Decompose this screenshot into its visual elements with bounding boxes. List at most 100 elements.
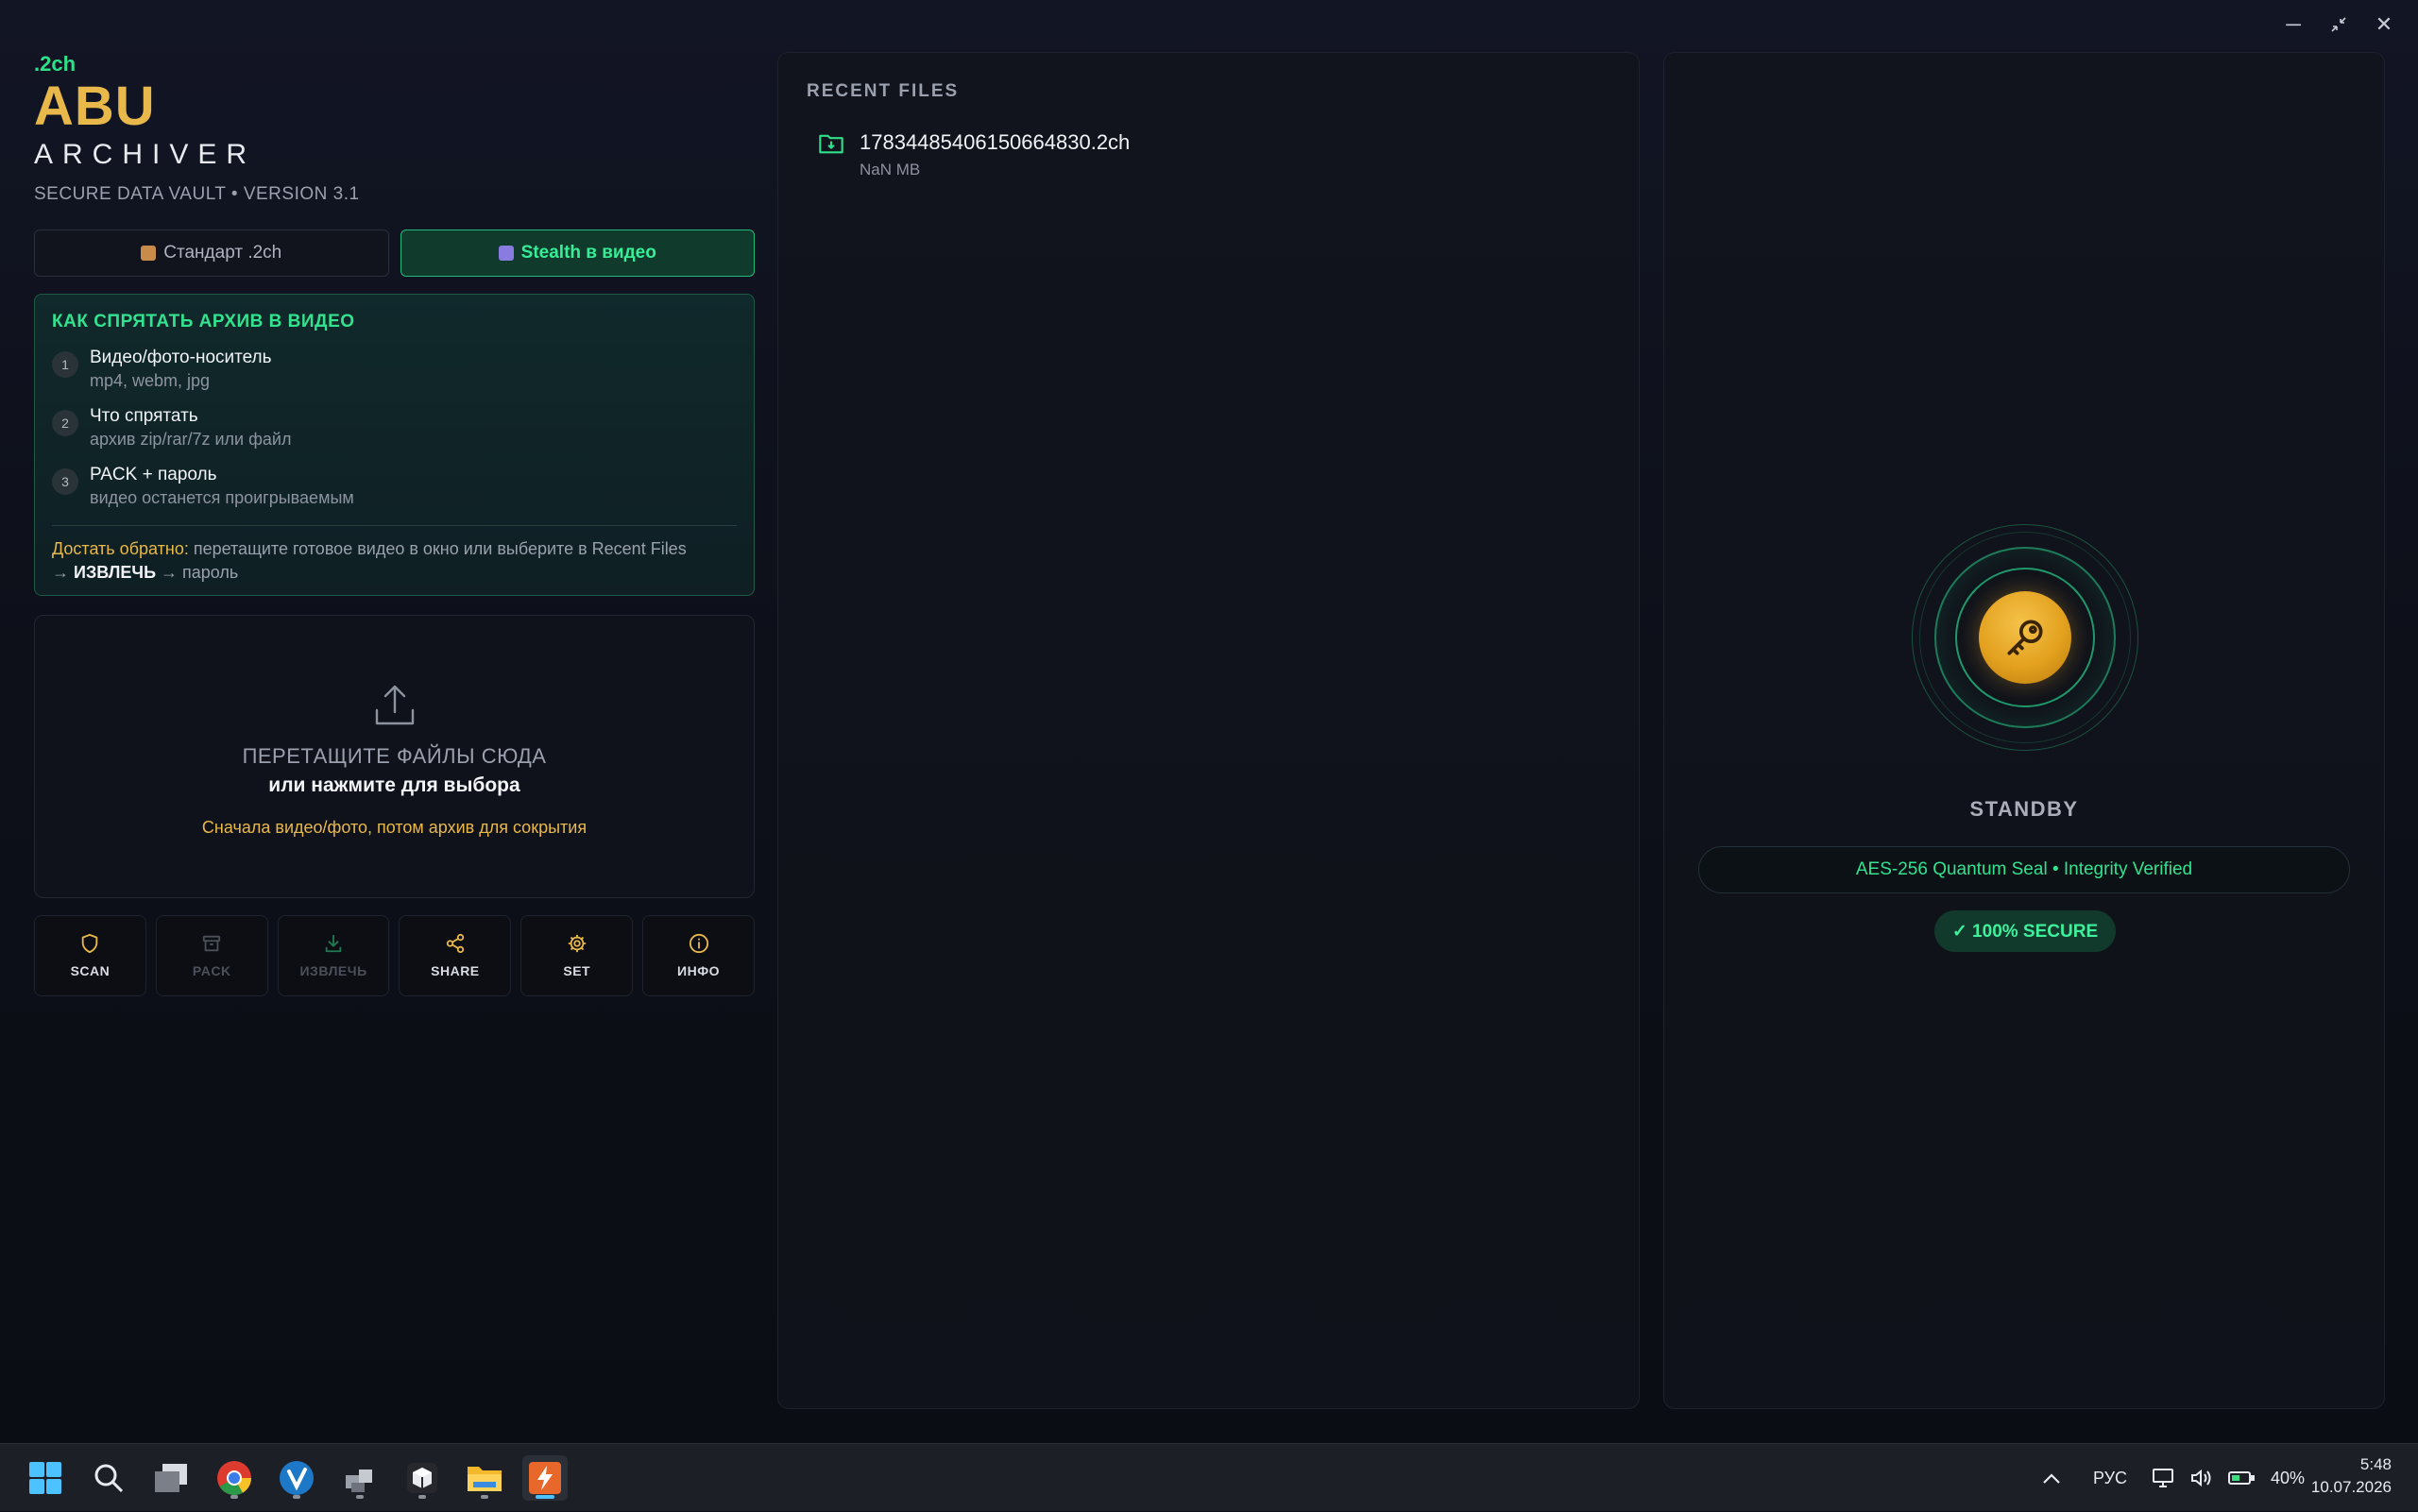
howto-step: 1 Видео/фото-носитель mp4, webm, jpg	[52, 348, 737, 391]
clock-time: 5:48	[2359, 1455, 2392, 1473]
download-icon	[325, 934, 342, 953]
info-icon	[689, 933, 708, 954]
divider	[52, 525, 737, 526]
brand-tag: .2ch	[34, 52, 77, 76]
app-window: ─ ✕ .2ch ABU ARCHIVER SECURE DATA VAULT …	[0, 0, 2418, 1443]
left-column: .2ch ABU ARCHIVER SECURE DATA VAULT • VE…	[34, 52, 755, 996]
system-tray[interactable]: 40%	[2152, 1444, 2305, 1512]
file-explorer-icon[interactable]	[462, 1455, 507, 1501]
share-icon	[446, 933, 465, 954]
battery-icon	[2228, 1471, 2255, 1485]
scan-button[interactable]: SCAN	[34, 915, 146, 996]
action-bar: SCAN PACK ИЗВЛЕЧЬ SHARE SET ИНФО	[34, 915, 755, 996]
mode-standard-label: Стандарт .2ch	[163, 243, 282, 263]
list-item[interactable]: 17834485406150664830.2ch NaN MB	[807, 130, 1610, 179]
upload-icon	[375, 685, 414, 725]
file-size: NaN MB	[860, 161, 921, 178]
note-highlight: Достать обратно:	[52, 539, 189, 558]
running-indicator	[536, 1495, 554, 1499]
mode-switch: Стандарт .2ch Stealth в видео	[34, 229, 755, 277]
file-name: 17834485406150664830.2ch	[860, 130, 1131, 154]
chrome-icon[interactable]	[212, 1455, 257, 1501]
language-indicator[interactable]: РУС	[2093, 1444, 2127, 1512]
network-icon	[2153, 1469, 2173, 1487]
share-button[interactable]: SHARE	[399, 915, 512, 996]
mode-standard-button[interactable]: Стандарт .2ch	[34, 229, 389, 277]
step-desc: mp4, webm, jpg	[90, 371, 211, 390]
drop-subtitle: или нажмите для выбора	[268, 774, 520, 796]
running-indicator	[418, 1495, 426, 1499]
task-view-icon[interactable]	[148, 1455, 194, 1501]
clapperboard-icon	[498, 246, 514, 261]
howto-step: 2 Что спрятать архив zip/rar/7z или файл	[52, 406, 737, 450]
scan-label: SCAN	[70, 963, 111, 978]
package-manager-icon[interactable]	[337, 1455, 383, 1501]
recent-files-panel: RECENT FILES 17834485406150664830.2ch Na…	[777, 52, 1640, 1409]
battery-percent: 40%	[2271, 1468, 2306, 1487]
volume-icon	[2191, 1469, 2211, 1487]
folder-download-icon	[819, 134, 843, 154]
running-indicator	[481, 1495, 488, 1499]
status-panel: STANDBY AES-256 Quantum Seal • Integrity…	[1663, 52, 2385, 1409]
howto-step: 3 PACK + пароль видео останется проигрыв…	[52, 465, 737, 508]
archive-box-icon	[203, 935, 221, 952]
shield-icon	[82, 933, 98, 954]
howto-note: Достать обратно: перетащите готовое виде…	[52, 537, 737, 585]
abu-archiver-icon[interactable]	[522, 1455, 568, 1501]
clock[interactable]: 5:48 10.07.2026	[2311, 1453, 2392, 1499]
pack-button[interactable]: PACK	[155, 915, 268, 996]
settings-label: SET	[563, 963, 591, 978]
running-indicator	[293, 1495, 300, 1499]
mode-stealth-button[interactable]: Stealth в видео	[400, 229, 755, 277]
window-controls: ─ ✕	[2284, 11, 2393, 38]
note-tail: → пароль	[156, 563, 239, 582]
version-line: SECURE DATA VAULT • VERSION 3.1	[34, 184, 360, 204]
vault-core[interactable]	[1979, 591, 2071, 684]
close-icon[interactable]: ✕	[2375, 11, 2393, 38]
restore-icon[interactable]	[2329, 11, 2348, 38]
info-button[interactable]: ИНФО	[642, 915, 755, 996]
info-label: ИНФО	[677, 963, 721, 978]
running-indicator	[230, 1495, 238, 1499]
share-label: SHARE	[431, 963, 480, 978]
settings-button[interactable]: SET	[520, 915, 634, 996]
package-icon	[141, 246, 157, 261]
note-bold: ИЗВЛЕЧЬ	[74, 563, 157, 582]
drop-hint: Сначала видео/фото, потом архив для сокр…	[201, 818, 587, 837]
vault-orb	[1912, 524, 2138, 751]
gear-icon	[568, 934, 586, 953]
app-v-icon[interactable]	[274, 1455, 319, 1501]
step-number: 1	[52, 351, 78, 378]
step-number: 2	[52, 410, 78, 436]
language-label: РУС	[2093, 1468, 2128, 1487]
note-arrow: →	[52, 563, 75, 582]
step-title: Что спрятать	[90, 406, 198, 426]
cube-app-icon[interactable]	[400, 1455, 445, 1501]
secure-badge: ✓ 100% SECURE	[1934, 910, 2116, 952]
clock-date: 10.07.2026	[2310, 1478, 2392, 1496]
running-indicator	[356, 1495, 364, 1499]
extract-button[interactable]: ИЗВЛЕЧЬ	[277, 915, 390, 996]
step-title: Видео/фото-носитель	[90, 348, 272, 367]
step-number: 3	[52, 468, 78, 495]
note-text: перетащите готовое видео в окно или выбе…	[188, 539, 687, 558]
drop-zone[interactable]: ПЕРЕТАЩИТЕ ФАЙЛЫ СЮДА или нажмите для вы…	[34, 615, 755, 898]
tray-overflow-icon[interactable]	[2042, 1444, 2061, 1512]
brand-name: ABU	[34, 76, 156, 137]
howto-panel: КАК СПРЯТАТЬ АРХИВ В ВИДЕО 1 Видео/фото-…	[34, 294, 755, 596]
step-desc: архив zip/rar/7z или файл	[90, 430, 292, 449]
brand-subtitle: ARCHIVER	[34, 139, 257, 170]
mode-stealth-label: Stealth в видео	[520, 243, 656, 263]
taskbar: РУС 40% 5:48 10.07.2026	[0, 1443, 2418, 1511]
howto-title: КАК СПРЯТАТЬ АРХИВ В ВИДЕО	[52, 312, 355, 331]
pack-label: PACK	[192, 963, 231, 978]
drop-title: ПЕРЕТАЩИТЕ ФАЙЛЫ СЮДА	[242, 744, 547, 768]
search-icon[interactable]	[86, 1455, 131, 1501]
windows-start-icon[interactable]	[23, 1455, 68, 1501]
minimize-icon[interactable]: ─	[2284, 11, 2303, 38]
seal-badge: AES-256 Quantum Seal • Integrity Verifie…	[1698, 846, 2350, 893]
status-text: STANDBY	[1969, 797, 2079, 821]
step-title: PACK + пароль	[90, 465, 217, 484]
key-icon	[2007, 620, 2043, 655]
step-desc: видео останется проигрываемым	[90, 488, 354, 507]
